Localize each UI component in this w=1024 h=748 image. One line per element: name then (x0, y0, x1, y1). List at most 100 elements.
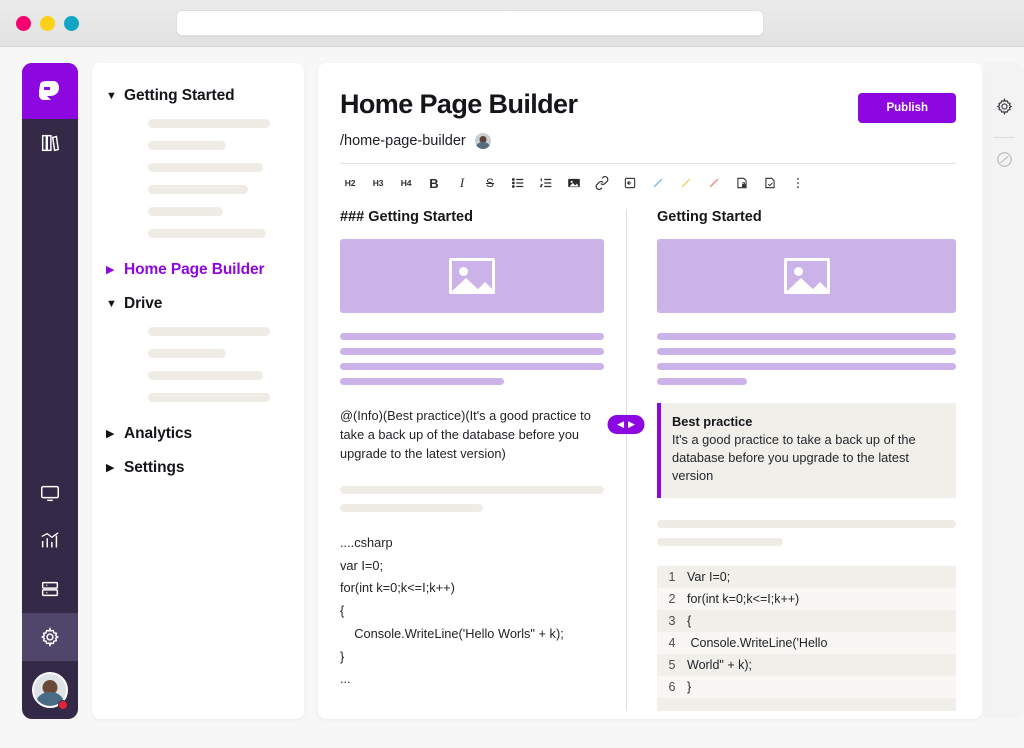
chevron-right-icon[interactable]: ▶ (628, 420, 635, 429)
heading-3-button[interactable]: H3 (368, 173, 388, 193)
nav-label: Drive (124, 295, 162, 313)
source-text-lines (340, 333, 604, 385)
chevron-down-icon[interactable]: ▼ (106, 299, 116, 310)
sidebar-item-server[interactable] (22, 565, 78, 613)
text-line (657, 348, 956, 355)
insert-snippet-icon[interactable] (620, 173, 640, 193)
code-line-number: 4 (657, 636, 687, 650)
code-line: var I=0; (340, 555, 604, 578)
text-line (340, 378, 504, 385)
chevron-right-icon[interactable]: ▶ (106, 265, 116, 276)
source-code-block[interactable]: ....csharp var I=0; for(int k=0;k<=I;k++… (340, 532, 604, 691)
bold-button[interactable]: B (424, 173, 444, 193)
page-slug[interactable]: /home-page-builder (340, 133, 466, 149)
pen-red-icon[interactable] (704, 173, 724, 193)
source-heading: ### Getting Started (340, 209, 604, 225)
code-line-text: for(int k=0;k<=I;k++) (687, 592, 799, 606)
sidebar-item-monitor[interactable] (22, 469, 78, 517)
user-avatar[interactable] (22, 661, 78, 719)
workspace: ▼ Getting Started ▶ Home Page Builder ▼ … (0, 47, 1024, 748)
image-icon (449, 258, 495, 294)
preview-heading: Getting Started (657, 209, 956, 225)
nav-label: Getting Started (124, 87, 234, 105)
markdown-source-pane[interactable]: ### Getting Started (340, 209, 626, 711)
callout-title: Best practice (672, 414, 943, 429)
settings-gear-icon[interactable] (995, 97, 1014, 121)
image-icon-sun (459, 267, 468, 276)
nav-label: Home Page Builder (124, 261, 264, 279)
heading-4-button[interactable]: H4 (396, 173, 416, 193)
chevron-left-icon[interactable]: ◀ (617, 420, 624, 429)
image-placeholder (657, 239, 956, 313)
bulleted-list-icon[interactable] (508, 173, 528, 193)
code-line-text: Var I=0; (687, 570, 730, 584)
editor-card: Home Page Builder Publish /home-page-bui… (318, 63, 982, 719)
minimize-button[interactable] (40, 16, 55, 31)
insert-image-icon[interactable] (564, 173, 584, 193)
close-button[interactable] (16, 16, 31, 31)
heading-2-button[interactable]: H2 (340, 173, 360, 193)
code-line-text: { (687, 614, 691, 628)
code-row: 4 Console.WriteLine('Hello (657, 632, 956, 654)
chevron-right-icon[interactable]: ▶ (106, 429, 116, 440)
skeleton-bar (148, 141, 226, 150)
nav-item-analytics[interactable]: ▶ Analytics (106, 425, 288, 443)
code-line: Console.WriteLine('Hello Worls" + k); (340, 623, 604, 646)
nav-item-drive[interactable]: ▼ Drive (106, 295, 288, 313)
italic-button[interactable]: I (452, 173, 472, 193)
editor-panes: ### Getting Started (340, 209, 956, 711)
skeleton-bar (148, 393, 270, 402)
strikethrough-button[interactable]: S (480, 173, 500, 193)
publish-button[interactable]: Publish (858, 93, 956, 123)
numbered-list-icon[interactable] (536, 173, 556, 193)
document-check-icon[interactable] (760, 173, 780, 193)
pane-splitter-handle[interactable]: ◀ ▶ (608, 415, 645, 434)
bold-label: B (429, 176, 438, 191)
lock-document-icon[interactable] (732, 173, 752, 193)
heading-2-label: H2 (345, 178, 355, 188)
nav-item-settings[interactable]: ▶ Settings (106, 459, 288, 477)
sidebar-item-settings[interactable] (22, 613, 78, 661)
address-bar[interactable] (176, 10, 764, 36)
code-line-number: 5 (657, 658, 687, 672)
chevron-down-icon[interactable]: ▼ (106, 91, 116, 102)
skeleton-bar (340, 504, 483, 512)
skeleton-bar (340, 486, 604, 494)
window-controls (16, 16, 79, 31)
code-row: 3 { (657, 610, 956, 632)
code-row: 1 Var I=0; (657, 566, 956, 588)
text-line (340, 348, 604, 355)
nav-skeleton-group-getting-started (106, 111, 288, 261)
callout-markdown[interactable]: @(Info)(Best practice)(It's a good pract… (340, 407, 604, 464)
nav-item-getting-started[interactable]: ▼ Getting Started (106, 87, 288, 105)
revision-history-icon[interactable] (995, 150, 1014, 174)
nav-item-home-page-builder[interactable]: ▶ Home Page Builder (106, 261, 288, 279)
code-line-text: World" + k); (687, 658, 752, 672)
code-line-number: 6 (657, 680, 687, 694)
sidebar-item-library[interactable] (22, 119, 78, 167)
pen-blue-icon[interactable] (648, 173, 668, 193)
insert-link-icon[interactable] (592, 173, 612, 193)
collaborator-avatar[interactable] (474, 132, 492, 150)
skeleton-bar (148, 185, 248, 194)
collaborator-body (475, 142, 490, 150)
rendered-code-block: 1 Var I=0; 2 for(int k=0;k<=I;k++) 3 { (657, 566, 956, 711)
skeleton-bar (148, 207, 223, 216)
app-logo[interactable] (22, 63, 78, 119)
image-icon (784, 258, 830, 294)
pen-yellow-icon[interactable] (676, 173, 696, 193)
skeleton-bar (148, 163, 263, 172)
callout-body: It's a good practice to take a back up o… (672, 431, 943, 485)
skeleton-bar (148, 349, 226, 358)
sidebar-item-analytics[interactable] (22, 517, 78, 565)
strikethrough-label: S (486, 176, 494, 190)
more-options-icon[interactable] (788, 173, 808, 193)
skeleton-bar (657, 538, 783, 546)
nav-gap (106, 449, 288, 459)
nav-label: Analytics (124, 425, 192, 443)
skeleton-bar (148, 327, 270, 336)
chevron-right-icon[interactable]: ▶ (106, 463, 116, 474)
maximize-button[interactable] (64, 16, 79, 31)
heading-4-label: H4 (401, 178, 411, 188)
text-line (657, 363, 956, 370)
